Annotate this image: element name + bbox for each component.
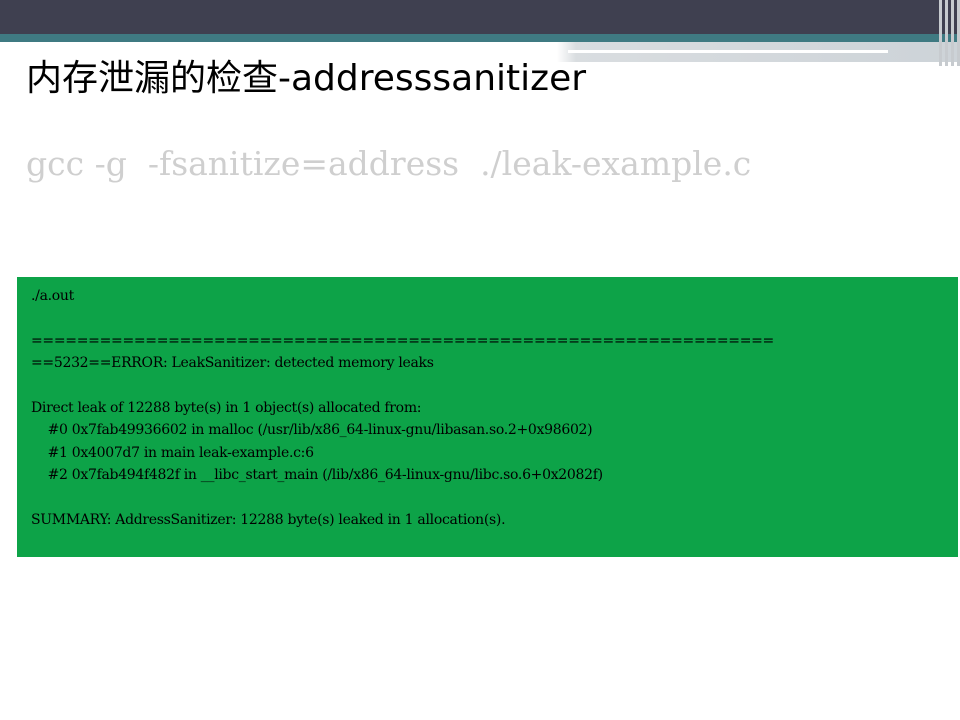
output-line: ========================================…	[31, 332, 774, 349]
header-band	[0, 0, 960, 34]
terminal-output-box: ./a.out ================================…	[17, 277, 958, 557]
output-line: SUMMARY: AddressSanitizer: 12288 byte(s)…	[31, 511, 506, 528]
output-line: ==5232==ERROR: LeakSanitizer: detected m…	[31, 355, 434, 372]
output-line: ./a.out	[31, 288, 74, 304]
slide: 内存泄漏的检查-addresssanitizer gcc -g -fsaniti…	[0, 0, 960, 720]
output-line: Direct leak of 12288 byte(s) in 1 object…	[31, 399, 422, 416]
compile-command: gcc -g -fsanitize=address ./leak-example…	[26, 144, 752, 183]
output-line: #1 0x4007d7 in main leak-example.c:6	[31, 444, 314, 461]
decoration-stripe	[951, 0, 954, 66]
decoration-stripe	[939, 0, 942, 66]
output-line: #2 0x7fab494f482f in __libc_start_main (…	[31, 467, 603, 484]
decoration-stripe	[945, 0, 948, 66]
header-accent-bar	[0, 34, 960, 42]
output-line: #0 0x7fab49936602 in malloc (/usr/lib/x8…	[31, 422, 593, 439]
header-decoration-stripes	[930, 0, 960, 66]
header-light-line	[568, 50, 888, 53]
slide-title: 内存泄漏的检查-addresssanitizer	[26, 58, 587, 99]
